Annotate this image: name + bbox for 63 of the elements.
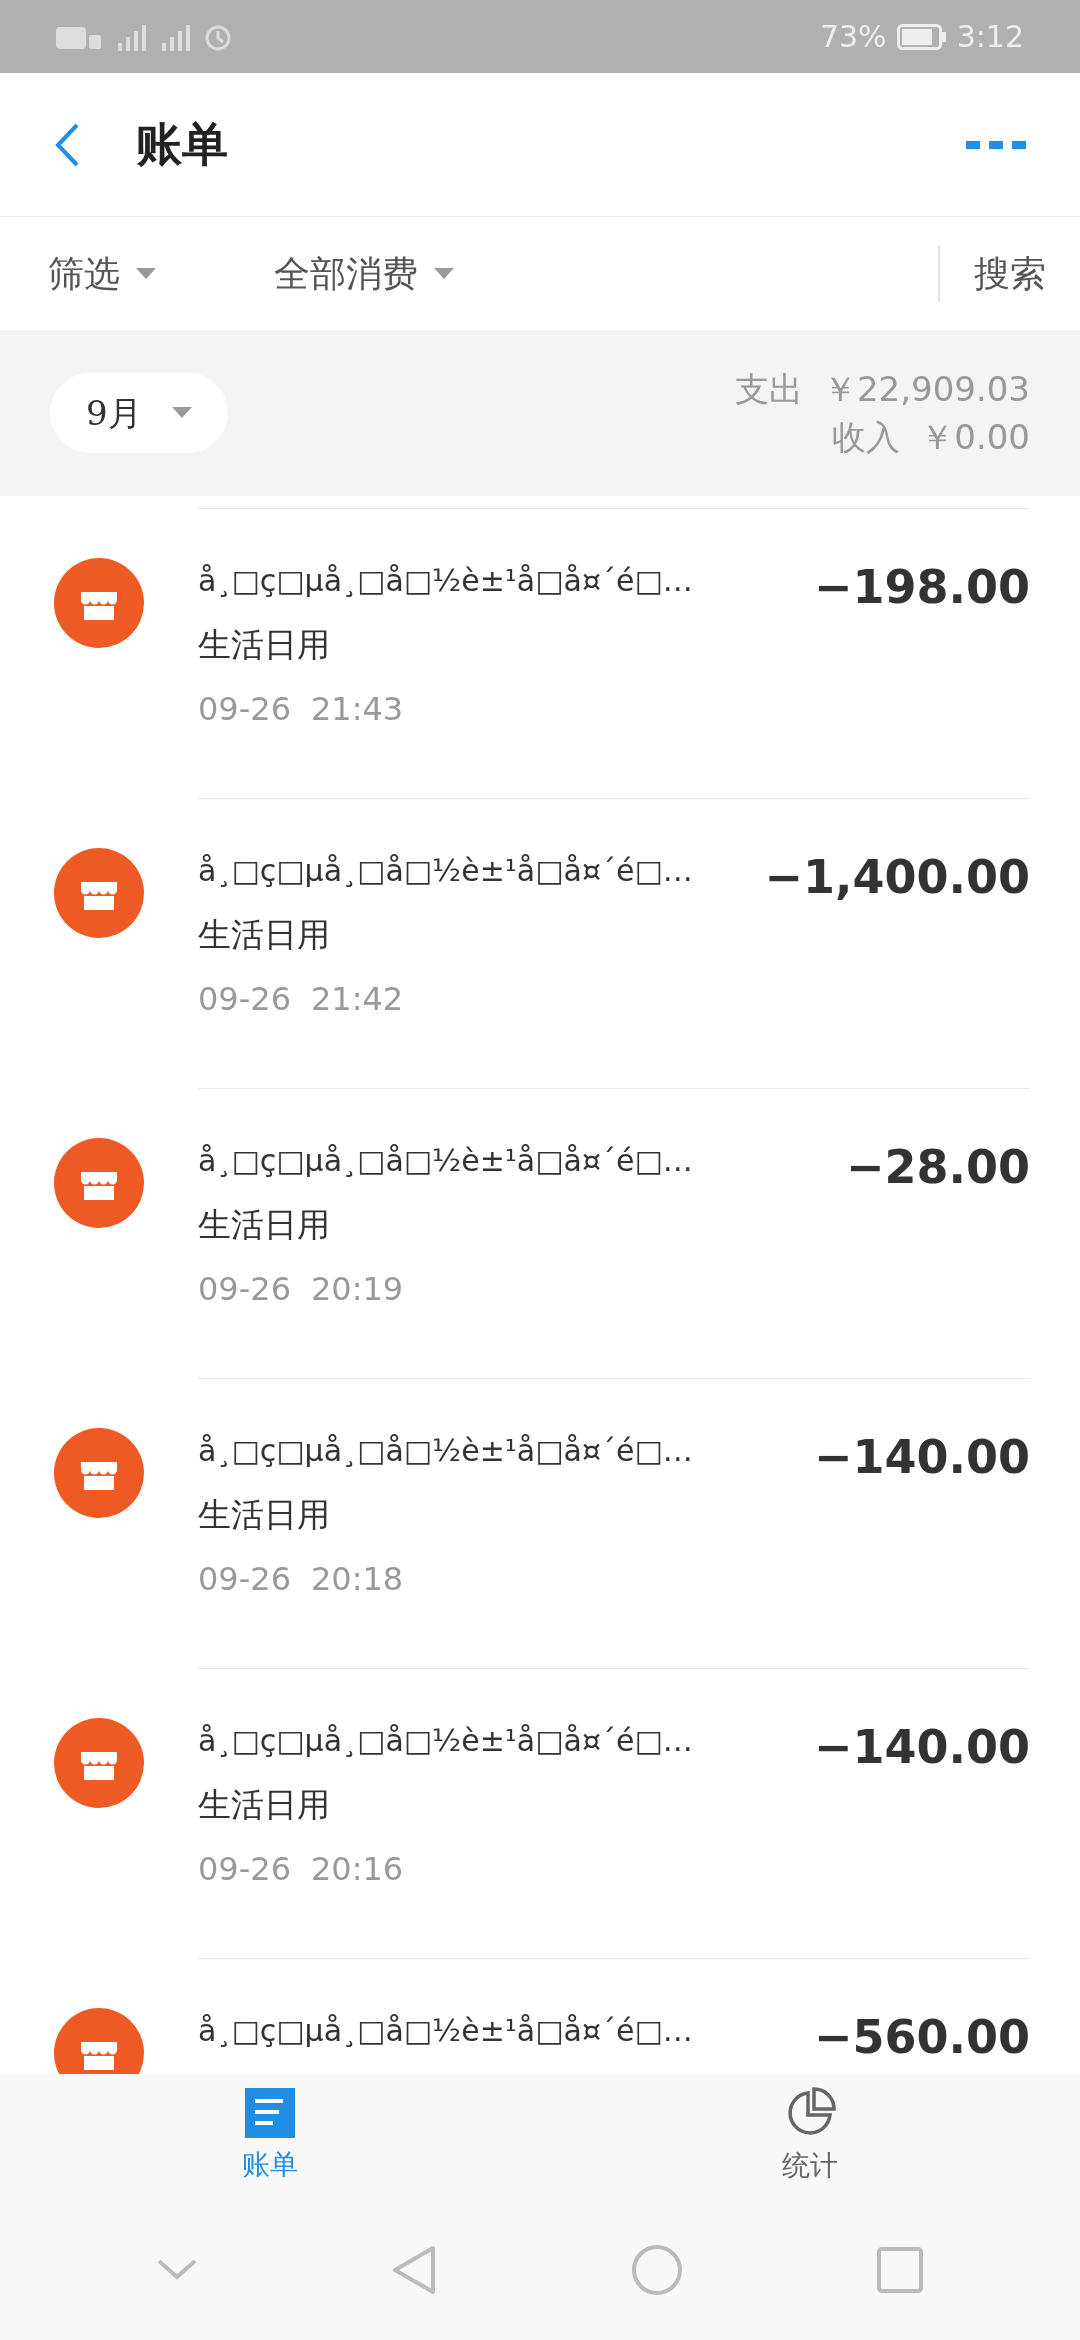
amount: −560.00	[813, 2009, 1030, 2066]
shop-icon	[54, 1718, 144, 1808]
merchant-name: å¸□ç□µå¸□å□½è±¹å□å¤´é□…	[198, 852, 694, 890]
merchant-name: å¸□ç□µå¸□å□½è±¹å□å¤´é□…	[198, 1432, 694, 1470]
transaction-row[interactable]: å¸□ç□µå¸□å□½è±¹å□å¤´é□… 生活日用 09-26 20:18 −140.00	[0, 1378, 1080, 1668]
filter-dropdown[interactable]: 筛选	[48, 246, 156, 301]
income-label: 收入	[832, 416, 901, 459]
caret-icon	[434, 267, 454, 280]
amount: −140.00	[813, 1719, 1030, 1776]
clock: 3:12	[956, 18, 1024, 56]
income-total: ￥0.00	[920, 416, 1030, 459]
transaction-time: 20:19	[311, 1269, 404, 1310]
hd-icon	[56, 26, 102, 51]
month-picker[interactable]: 9月	[50, 373, 228, 453]
page-title: 账单	[136, 116, 228, 173]
transaction-date: 09-26	[198, 1849, 291, 1890]
caret-icon	[136, 267, 156, 280]
shop-icon	[54, 1428, 144, 1518]
home-circle-icon[interactable]	[631, 2243, 683, 2296]
transaction-row[interactable]: å¸□ç□µå¸□å□½è±¹å□å¤´é□… 生活日用 09-26 20:16 −140.00	[0, 1668, 1080, 1958]
transaction-time: 20:18	[311, 1559, 404, 1600]
category-dropdown[interactable]: 全部消费	[274, 246, 454, 301]
amount: −140.00	[813, 1429, 1030, 1486]
back-icon[interactable]	[54, 121, 80, 168]
merchant-name: å¸□ç□µå¸□å□½è±¹å□å¤´é□…	[198, 2012, 694, 2050]
category-label: 生活日用	[198, 1494, 331, 1536]
shop-icon	[54, 848, 144, 938]
expense-label: 支出	[734, 368, 803, 411]
transaction-date: 09-26	[198, 1559, 291, 1600]
battery-icon	[896, 23, 947, 50]
merchant-name: å¸□ç□µå¸□å□½è±¹å□å¤´é□…	[198, 1142, 694, 1180]
chevron-down-icon[interactable]	[157, 2258, 197, 2281]
caret-icon	[171, 407, 192, 419]
list-icon	[245, 2087, 295, 2138]
transaction-date: 09-26	[198, 689, 291, 730]
battery-percent: 73%	[819, 18, 887, 56]
transaction-time: 20:16	[311, 1849, 404, 1890]
transaction-time: 21:42	[311, 979, 404, 1020]
tab[interactable]: 统计	[540, 2074, 1080, 2199]
amount: −1,400.00	[764, 849, 1030, 906]
transaction-time: 21:43	[311, 689, 404, 730]
category-label: 生活日用	[198, 914, 331, 956]
search-button[interactable]: 搜索	[940, 246, 1080, 301]
category-label: 生活日用	[198, 1784, 331, 1826]
expense-total: ￥22,909.03	[822, 368, 1030, 411]
merchant-name: å¸□ç□µå¸□å□½è±¹å□å¤´é□…	[198, 1722, 694, 1760]
shop-icon	[54, 1138, 144, 1228]
transaction-date: 09-26	[198, 979, 291, 1020]
amount: −28.00	[845, 1139, 1030, 1196]
more-icon[interactable]	[966, 138, 1026, 151]
transaction-row[interactable]: å¸□ç□µå¸□å□½è±¹å□å¤´é□… 生活日用 09-26 20:19 −28.00	[0, 1088, 1080, 1378]
signal-icon	[116, 22, 146, 51]
merchant-name: å¸□ç□µå¸□å□½è±¹å□å¤´é□…	[198, 562, 694, 600]
signal-icon	[160, 22, 190, 51]
back-triangle-icon[interactable]	[391, 2244, 437, 2295]
recents-square-icon[interactable]	[877, 2246, 923, 2293]
category-label: 生活日用	[198, 624, 331, 666]
shop-icon	[54, 558, 144, 648]
category-label: 生活日用	[198, 1204, 331, 1246]
transaction-date: 09-26	[198, 1269, 291, 1310]
transaction-row[interactable]: å¸□ç□µå¸□å□½è±¹å□å¤´é□… 生活日用 09-26 21:42 −1,400.00	[0, 798, 1080, 1088]
transaction-row[interactable]: å¸□ç□µå¸□å□½è±¹å□å¤´é□… 生活日用 09-26 21:43 −198.00	[0, 508, 1080, 798]
amount: −198.00	[813, 559, 1030, 616]
